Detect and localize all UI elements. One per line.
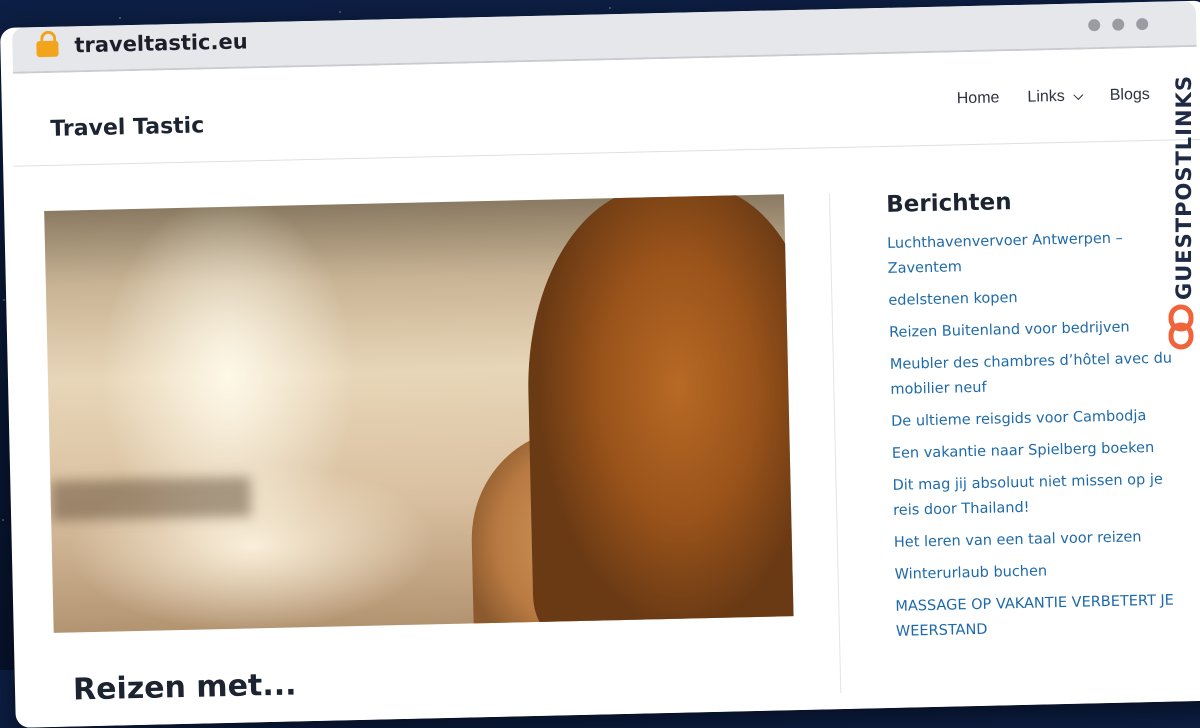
lock-icon [36,40,59,58]
content-divider [828,193,842,694]
image-hair [523,194,794,633]
chevron-down-icon [1073,89,1084,100]
nav-item-links[interactable]: Links [1027,87,1084,106]
url-text[interactable]: traveltastic.eu [74,29,248,57]
nav-item-label: Home [956,89,1000,108]
site-header: Travel Tastic Home Links Blogs [11,56,1200,167]
link-icon [1168,304,1194,350]
nav-item-label: Links [1027,87,1065,106]
sidebar-heading: Berichten [885,189,1012,218]
post-title[interactable]: Reizen met... [73,667,297,707]
web-page: Travel Tastic Home Links Blogs Reizen me… [11,56,1200,728]
main-nav: Home Links Blogs [957,86,1150,108]
sidebar-post-link[interactable]: De ultieme reisgids voor Cambodja [891,403,1181,435]
browser-window: traveltastic.eu Travel Tastic Home Links… [0,0,1200,728]
nav-item-blogs[interactable]: Blogs [1110,86,1150,105]
sidebar-post-link[interactable]: Een vakantie naar Spielberg boeken [892,435,1182,467]
window-controls [1088,17,1149,32]
sidebar-post-link[interactable]: edelstenen kopen [888,282,1178,314]
sidebar-post-link[interactable]: Dit mag jij absoluut niet missen op je r… [892,467,1183,524]
guestpostlinks-badge-text: GUESTPOSTLINKS [1172,75,1196,300]
window-dot-icon[interactable] [1136,17,1149,31]
recent-posts-list: Luchthavenvervoer Antwerpen – Zaventem e… [887,225,1186,644]
sidebar-post-link[interactable]: Reizen Buitenland voor bedrijven [889,314,1179,346]
sidebar-post-link[interactable]: Luchthavenvervoer Antwerpen – Zaventem [887,225,1178,282]
window-dot-icon[interactable] [1112,18,1125,31]
sidebar: Berichten Luchthavenvervoer Antwerpen – … [886,185,1186,651]
sidebar-post-link[interactable]: Het leren van een taal voor reizen [894,524,1184,556]
featured-image[interactable] [44,194,794,633]
image-shadow [50,476,252,521]
sidebar-post-link[interactable]: Meubler des chambres d’hôtel avec du mob… [890,346,1181,403]
nav-item-label: Blogs [1109,85,1150,104]
window-dot-icon[interactable] [1088,19,1101,32]
sidebar-post-link[interactable]: Winterurlaub buchen [894,556,1184,588]
site-title[interactable]: Travel Tastic [50,113,204,141]
sidebar-post-link[interactable]: MASSAGE OP VAKANTIE VERBETERT JE WEERSTA… [895,588,1186,645]
nav-item-home[interactable]: Home [957,89,1000,108]
